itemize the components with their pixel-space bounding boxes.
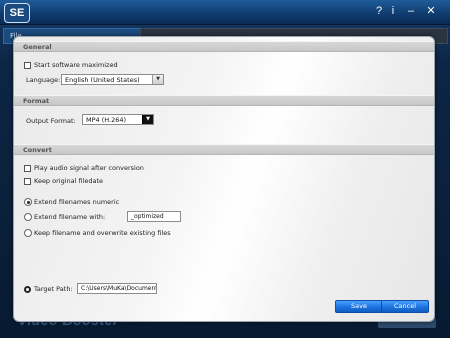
start-maximized-row[interactable]: Start software maximized: [24, 59, 118, 71]
output-format-select[interactable]: MP4 (H.264) ▼: [82, 114, 154, 125]
overwrite-radio[interactable]: [24, 229, 32, 237]
naming-option-extend[interactable]: Extend filename with:: [24, 211, 105, 223]
chevron-down-icon: ▼: [152, 75, 163, 84]
play-audio-label: Play audio signal after conversion: [34, 164, 144, 172]
start-maximized-checkbox[interactable]: [24, 61, 31, 69]
minimize-button[interactable]: –: [404, 4, 418, 18]
section-format-header: Format: [14, 95, 434, 106]
close-button[interactable]: ✕: [424, 4, 438, 18]
save-button[interactable]: Save: [335, 300, 383, 313]
numeric-radio[interactable]: [24, 198, 32, 206]
app-logo: SE: [4, 3, 30, 23]
extend-label: Extend filename with:: [34, 213, 106, 221]
play-audio-row[interactable]: Play audio signal after conversion: [24, 162, 144, 174]
overwrite-label: Keep filename and overwrite existing fil…: [34, 229, 171, 237]
play-audio-checkbox[interactable]: [24, 164, 31, 172]
output-format-value: MP4 (H.264): [86, 116, 127, 124]
output-format-label: Output Format:: [26, 117, 76, 125]
keep-filedate-row[interactable]: Keep original filedate: [24, 175, 103, 187]
extend-with-input[interactable]: _optimized: [127, 211, 181, 222]
info-button[interactable]: i: [386, 4, 400, 18]
keep-filedate-label: Keep original filedate: [34, 177, 104, 185]
language-label: Language:: [26, 76, 61, 84]
title-bar: SE ? i – ✕: [0, 0, 450, 25]
extend-radio[interactable]: [24, 213, 32, 221]
section-general-header: General: [14, 41, 434, 52]
naming-option-numeric[interactable]: Extend filenames numeric: [24, 196, 119, 208]
settings-dialog: General Start software maximized Languag…: [13, 36, 435, 322]
keep-filedate-checkbox[interactable]: [24, 177, 31, 185]
target-path-label: Target Path:: [34, 285, 73, 293]
language-select[interactable]: English (United States) ▼: [61, 74, 164, 85]
target-path-bullet-icon: [24, 285, 31, 293]
cancel-button[interactable]: Cancel: [381, 300, 429, 313]
start-maximized-label: Start software maximized: [34, 61, 118, 69]
naming-option-overwrite[interactable]: Keep filename and overwrite existing fil…: [24, 227, 171, 239]
numeric-label: Extend filenames numeric: [34, 198, 120, 206]
chevron-down-icon: ▼: [142, 115, 153, 124]
target-path-input[interactable]: C:\Users\MuKa\Documents: [77, 283, 157, 294]
language-value: English (United States): [65, 76, 140, 84]
target-path-row: Target Path:: [24, 283, 73, 295]
section-convert-header: Convert: [14, 144, 434, 155]
help-button[interactable]: ?: [372, 4, 386, 18]
